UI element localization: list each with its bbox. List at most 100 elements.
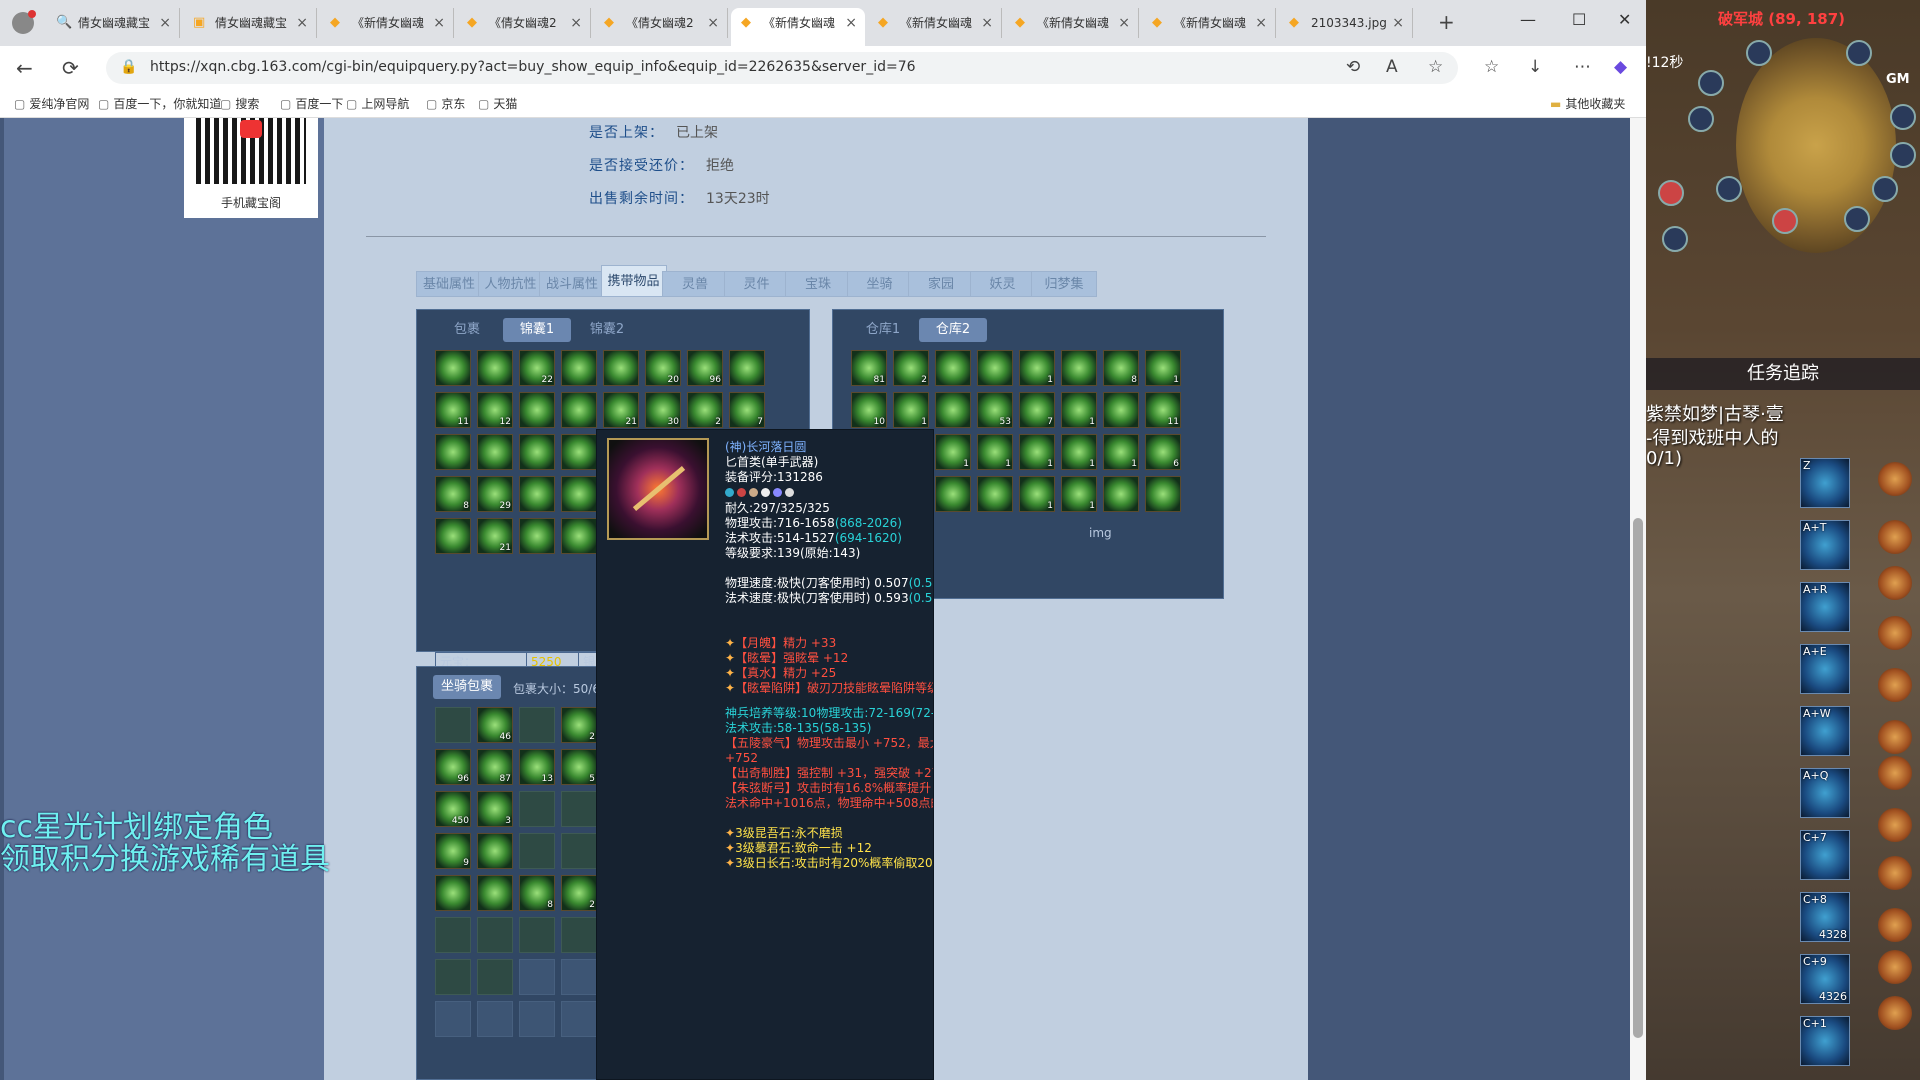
bookmark-item[interactable]: ▢ 京东 xyxy=(426,95,465,112)
bookmark-item[interactable]: ▢ 百度一下 xyxy=(280,95,343,112)
tab-main-5[interactable]: 灵件 xyxy=(723,271,790,297)
bookmark-item[interactable]: ▢ 爱纯净官网 xyxy=(14,95,89,112)
browser-tab[interactable]: ▣ 倩女幽魂藏宝 × xyxy=(183,8,317,38)
inventory-item-slot[interactable]: 2 xyxy=(893,350,929,386)
more-menu-icon[interactable]: ⋯ xyxy=(1574,57,1591,77)
inventory-item-slot[interactable]: 2 xyxy=(561,707,597,743)
tab-main-4[interactable]: 灵兽 xyxy=(662,271,728,297)
inventory-item-slot[interactable] xyxy=(935,350,971,386)
favorite-star-icon[interactable]: ☆ xyxy=(1428,57,1443,77)
scroll-icon[interactable] xyxy=(1878,566,1912,600)
avatar-icon[interactable] xyxy=(1846,40,1872,66)
inventory-item-slot[interactable] xyxy=(435,518,471,554)
empty-slot[interactable] xyxy=(519,707,555,743)
browser-tab[interactable]: ◆ 《倩女幽魂2 × xyxy=(457,8,591,38)
subtab-bag_tabs-1[interactable]: 锦囊1 xyxy=(503,318,571,342)
inventory-item-slot[interactable] xyxy=(935,476,971,512)
inventory-item-slot[interactable]: 8 xyxy=(435,476,471,512)
bookmark-item[interactable]: ▢ 搜索 xyxy=(220,95,259,112)
inventory-item-slot[interactable]: 450 xyxy=(435,791,471,827)
browser-tab[interactable]: ◆ 2103343.jpg × xyxy=(1279,8,1413,38)
task-line-3[interactable]: 0/1) xyxy=(1646,448,1682,469)
inventory-item-slot[interactable]: 22 xyxy=(519,350,555,386)
browser-tab[interactable]: ◆ 《新倩女幽魂 × xyxy=(1005,8,1139,38)
pet-icon[interactable] xyxy=(1878,668,1912,702)
maximize-icon[interactable]: ☐ xyxy=(1572,10,1586,29)
tab-main-1[interactable]: 人物抗性 xyxy=(477,271,544,297)
new-tab-button[interactable]: + xyxy=(1438,10,1455,34)
monster-icon[interactable] xyxy=(1658,180,1684,206)
subtab-bag_tabs-0[interactable]: 包裹 xyxy=(433,318,501,342)
skill-hotkey-slot[interactable]: C+8 4328 xyxy=(1800,892,1850,942)
close-tab-icon[interactable]: × xyxy=(981,8,993,38)
close-tab-icon[interactable]: × xyxy=(159,8,171,38)
download-icon[interactable]: ↓ xyxy=(1528,57,1542,77)
locked-slot[interactable] xyxy=(435,1001,471,1037)
inventory-item-slot[interactable]: 11 xyxy=(435,392,471,428)
tab-main-0[interactable]: 基础属性 xyxy=(416,271,482,297)
inventory-item-slot[interactable]: 10 xyxy=(851,392,887,428)
gear-icon[interactable] xyxy=(1878,996,1912,1030)
skill-hotkey-slot[interactable]: A+W xyxy=(1800,706,1850,756)
gm-button[interactable]: GM xyxy=(1886,72,1910,87)
empty-slot[interactable] xyxy=(435,917,471,953)
flower-icon[interactable] xyxy=(1878,756,1912,790)
close-tab-icon[interactable]: × xyxy=(707,8,719,38)
event-icon[interactable] xyxy=(1772,208,1798,234)
close-tab-icon[interactable]: × xyxy=(433,8,445,38)
chest-icon[interactable] xyxy=(1878,520,1912,554)
inventory-item-slot[interactable]: 12 xyxy=(477,392,513,428)
inventory-item-slot[interactable] xyxy=(519,476,555,512)
inventory-item-slot[interactable]: 2 xyxy=(561,875,597,911)
browser-tab[interactable]: ◆ 《倩女幽魂2 × xyxy=(594,8,728,38)
tab-main-2[interactable]: 战斗属性 xyxy=(539,271,605,297)
inventory-item-slot[interactable]: 8 xyxy=(1103,350,1139,386)
book-icon[interactable] xyxy=(1878,808,1912,842)
empty-slot[interactable] xyxy=(519,917,555,953)
inventory-item-slot[interactable] xyxy=(519,392,555,428)
inventory-item-slot[interactable]: 20 xyxy=(645,350,681,386)
inventory-item-slot[interactable] xyxy=(561,434,597,470)
inventory-item-slot[interactable] xyxy=(477,350,513,386)
browser-tab[interactable]: ◆ 《新倩女幽魂 × xyxy=(1142,8,1276,38)
menu-icon[interactable] xyxy=(1688,106,1714,132)
url-field[interactable]: 🔒 https://xqn.cbg.163.com/cgi-bin/equipq… xyxy=(106,52,1458,84)
inventory-item-slot[interactable] xyxy=(561,350,597,386)
inventory-item-slot[interactable]: 13 xyxy=(519,749,555,785)
bookmark-item[interactable]: ▢ 百度一下，你就知道 xyxy=(98,95,221,112)
minimize-icon[interactable]: — xyxy=(1520,10,1536,29)
subtab-bag_tabs-2[interactable]: 锦囊2 xyxy=(573,318,641,342)
settings-icon[interactable] xyxy=(1890,104,1916,130)
skill-hotkey-slot[interactable]: Z xyxy=(1800,458,1850,508)
inventory-item-slot[interactable] xyxy=(561,476,597,512)
inventory-item-slot[interactable]: 1 xyxy=(935,434,971,470)
empty-slot[interactable] xyxy=(561,833,597,869)
inventory-item-slot[interactable]: 6 xyxy=(1145,434,1181,470)
inventory-item-slot[interactable] xyxy=(435,350,471,386)
inventory-item-slot[interactable] xyxy=(729,350,765,386)
inventory-item-slot[interactable] xyxy=(977,476,1013,512)
compass-icon[interactable] xyxy=(1872,176,1898,202)
inventory-item-slot[interactable] xyxy=(435,434,471,470)
copilot-icon[interactable]: ◆ xyxy=(1614,57,1627,77)
skill-hotkey-slot[interactable]: A+Q xyxy=(1800,768,1850,818)
skill-hotkey-slot[interactable]: C+1 xyxy=(1800,1016,1850,1066)
inventory-item-slot[interactable] xyxy=(561,392,597,428)
close-window-icon[interactable]: ✕ xyxy=(1618,10,1631,29)
inventory-item-slot[interactable]: 1 xyxy=(1019,434,1055,470)
bag-icon[interactable] xyxy=(1878,908,1912,942)
close-tab-icon[interactable]: × xyxy=(1118,8,1130,38)
tab-main-9[interactable]: 妖灵 xyxy=(969,271,1036,297)
tab-main-3[interactable]: 携带物品 xyxy=(600,265,667,297)
empty-slot[interactable] xyxy=(435,959,471,995)
browser-tab[interactable]: ◆ 《新倩女幽魂 × xyxy=(320,8,454,38)
tab-main-6[interactable]: 宝珠 xyxy=(785,271,851,297)
bookmark-item[interactable]: ▢ 上网导航 xyxy=(346,95,409,112)
inventory-item-slot[interactable]: 21 xyxy=(477,518,513,554)
close-tab-icon[interactable]: × xyxy=(1255,8,1267,38)
task-tracker-header[interactable]: 任务追踪 xyxy=(1646,358,1920,390)
locked-slot[interactable] xyxy=(561,1001,597,1037)
inventory-item-slot[interactable]: 1 xyxy=(1103,434,1139,470)
inventory-item-slot[interactable] xyxy=(977,350,1013,386)
inventory-item-slot[interactable]: 96 xyxy=(435,749,471,785)
